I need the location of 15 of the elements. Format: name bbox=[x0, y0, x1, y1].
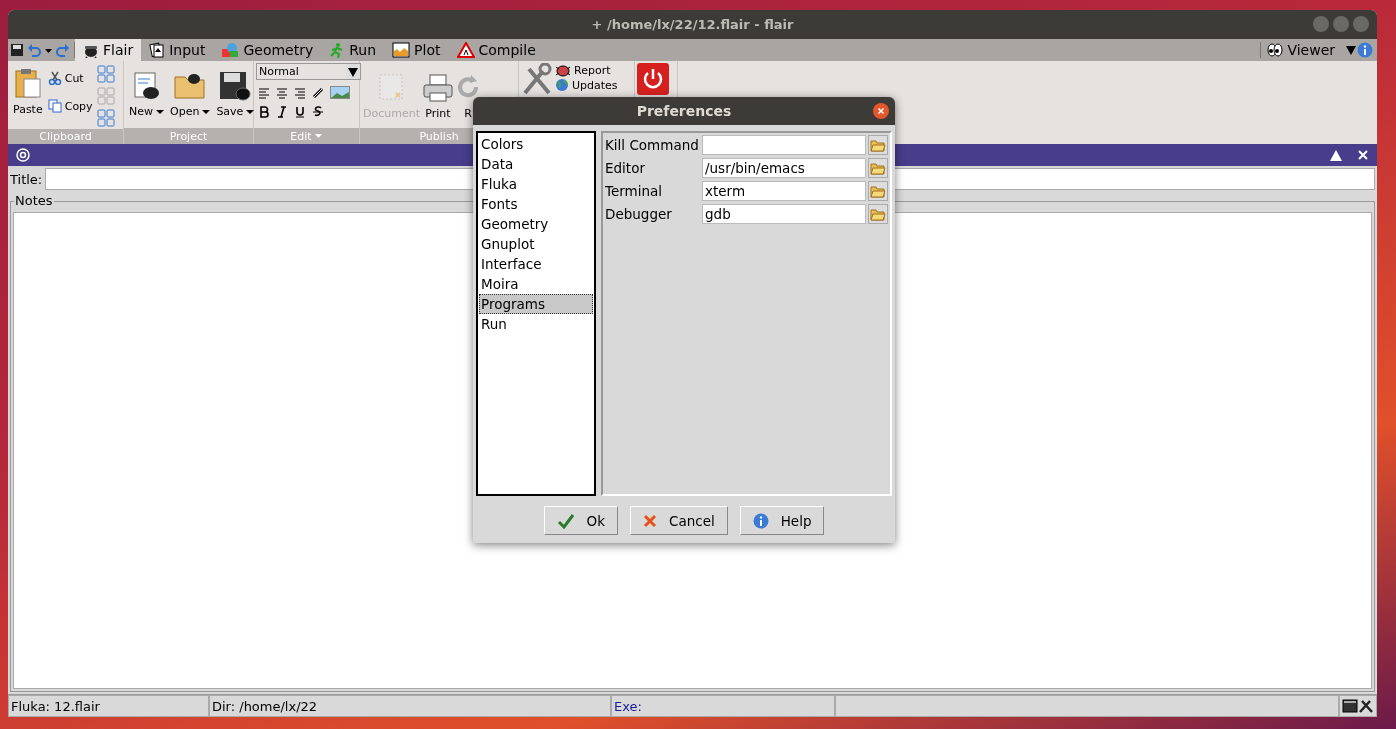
status-field: Fluka: 12.flair bbox=[8, 695, 209, 717]
field-label: Editor bbox=[605, 160, 646, 176]
field-label: Debugger bbox=[605, 206, 673, 222]
group-label: Edit bbox=[290, 129, 312, 143]
group-label: Project bbox=[169, 129, 208, 143]
status-field: Exe: bbox=[611, 695, 835, 717]
title-label: Title: bbox=[10, 171, 43, 187]
group-label: Publish bbox=[419, 129, 459, 143]
notes-label: Notes bbox=[14, 193, 54, 208]
field-label: Kill Command bbox=[605, 137, 700, 153]
status-field: Dir: /home/lx/22 bbox=[209, 695, 611, 717]
window-title: + /home/lx/22/12.flair - flair bbox=[591, 17, 794, 32]
dialog-title: Preferences bbox=[636, 103, 732, 119]
group-label: Clipboard bbox=[39, 130, 92, 143]
field-label: Terminal bbox=[605, 183, 664, 199]
